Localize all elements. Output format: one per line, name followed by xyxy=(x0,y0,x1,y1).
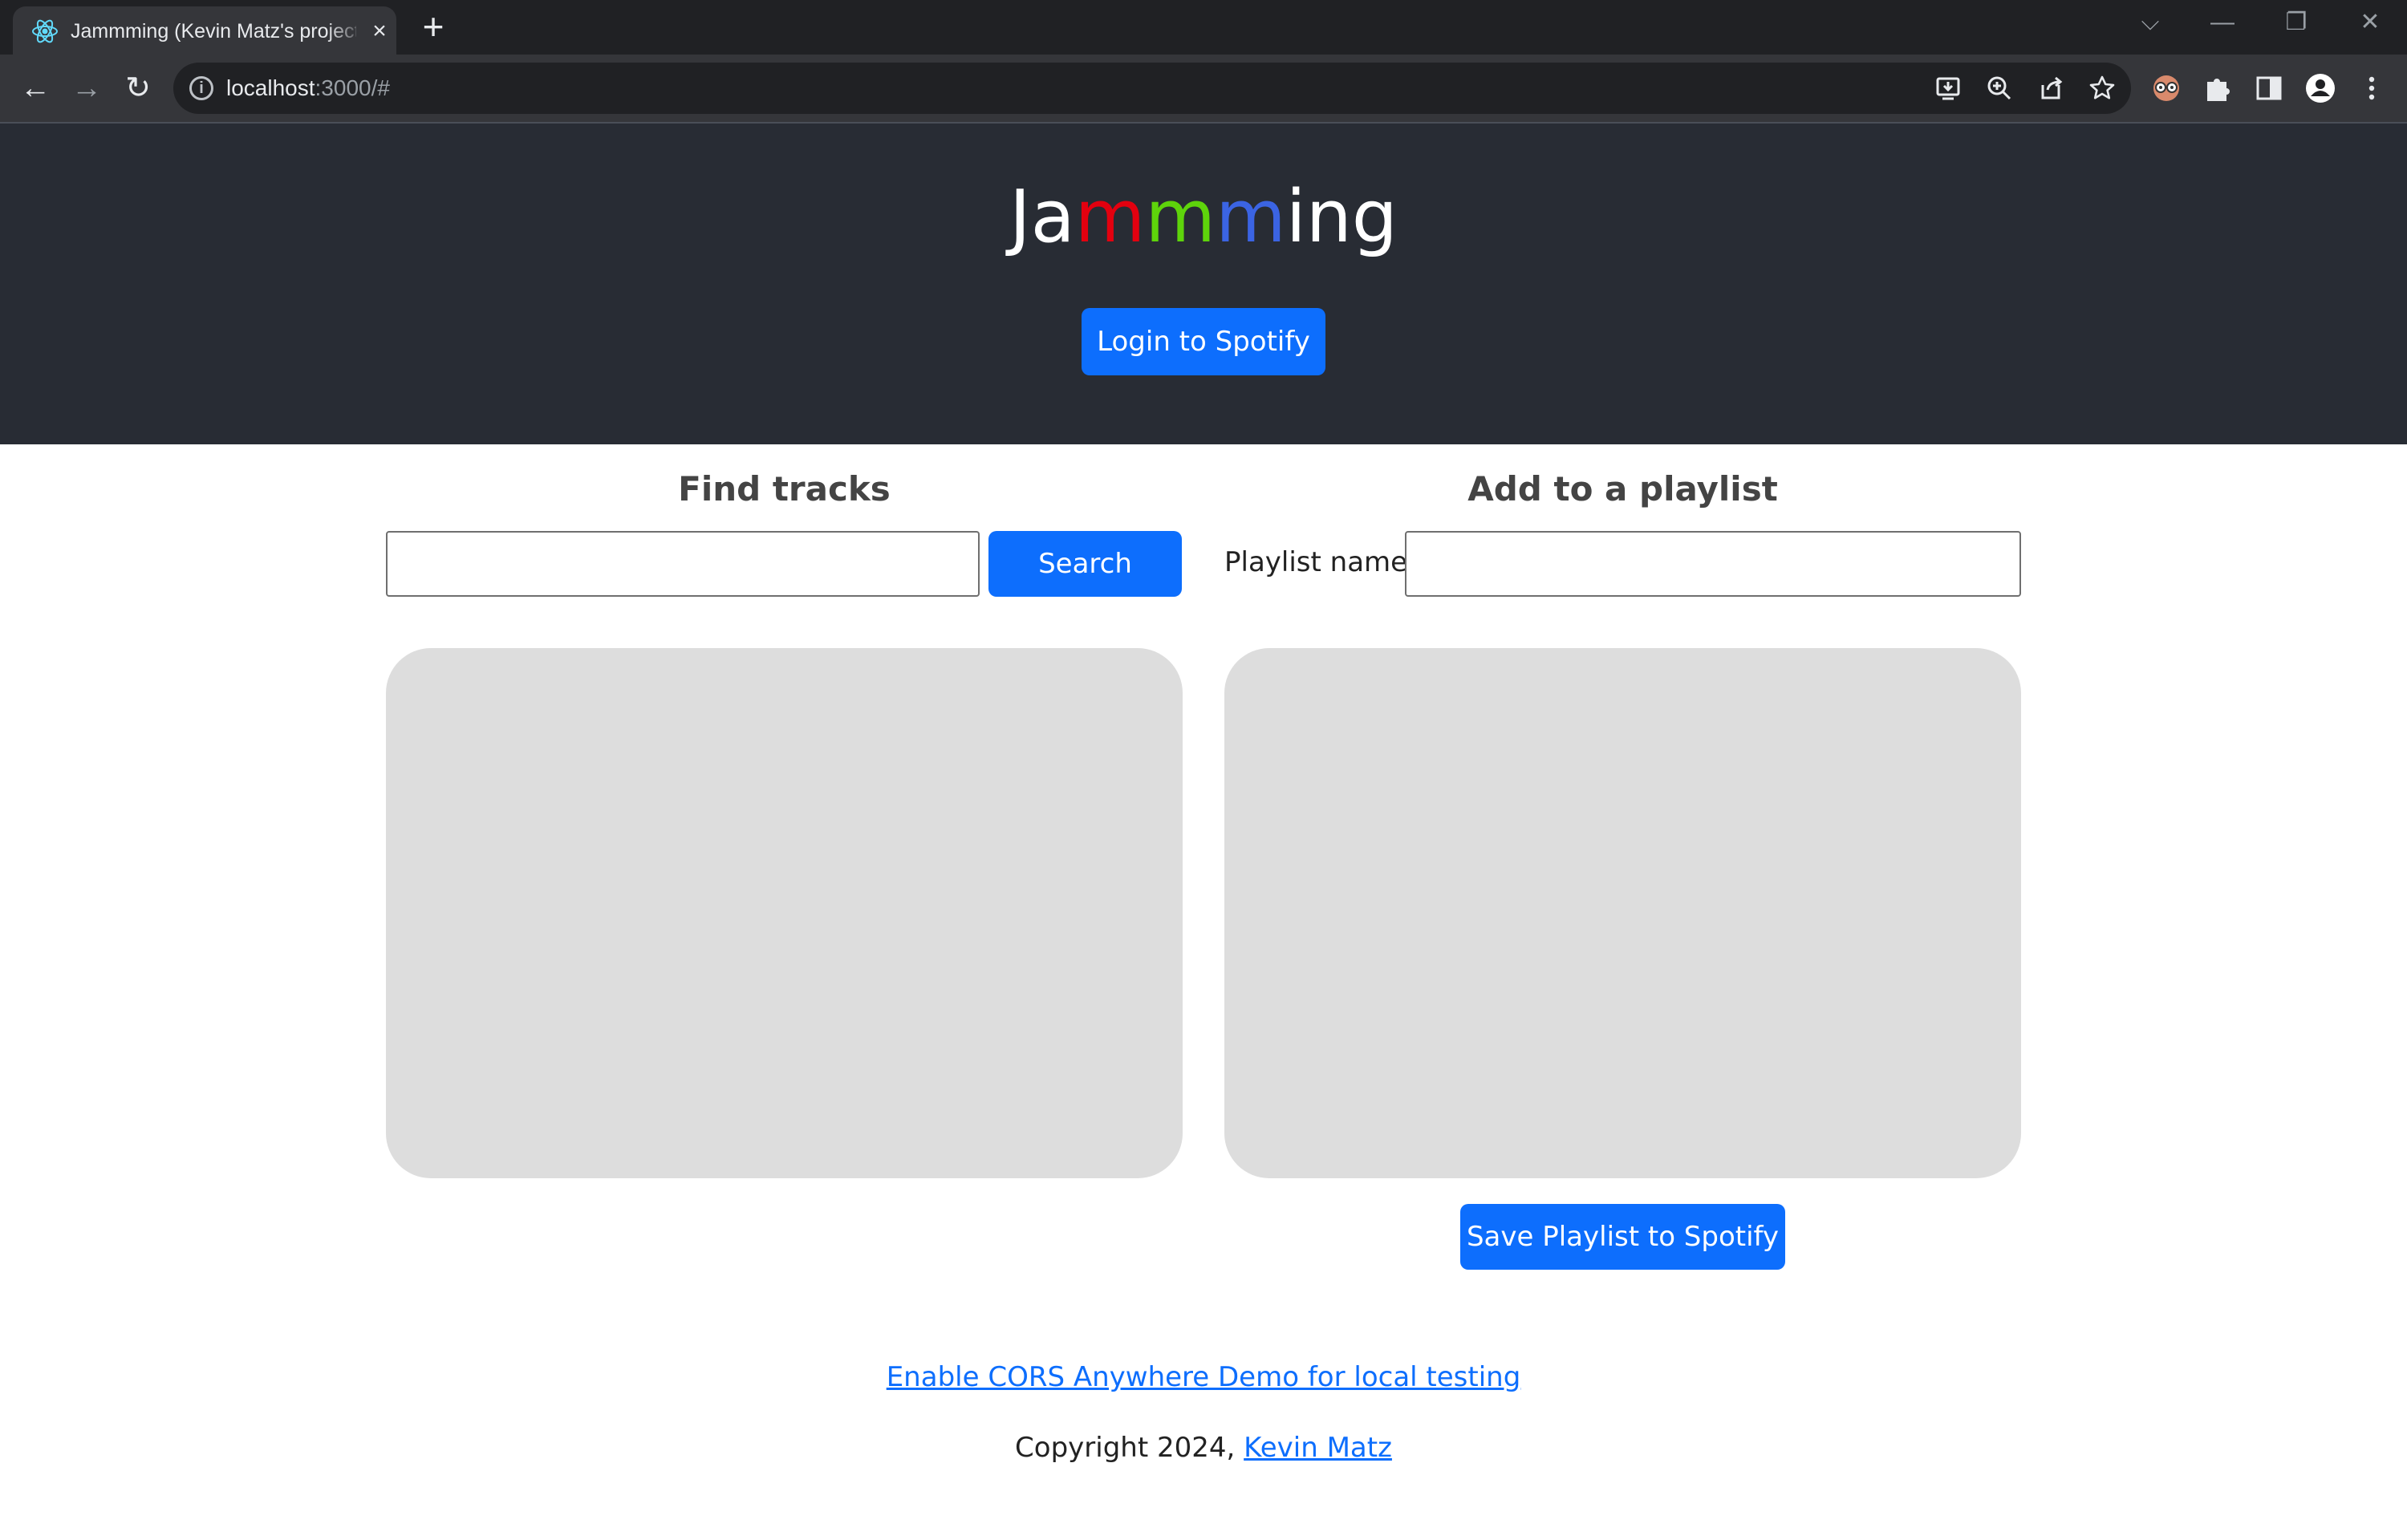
search-results-panel xyxy=(386,648,1183,1178)
menu-kebab-icon[interactable] xyxy=(2354,71,2389,106)
close-tab-icon[interactable]: × xyxy=(367,19,392,43)
reload-icon[interactable]: ↻ xyxy=(120,71,156,106)
save-playlist-button[interactable]: Save Playlist to Spotify xyxy=(1460,1204,1785,1270)
profile-icon[interactable] xyxy=(2303,71,2338,106)
url-text[interactable]: localhost:3000/# xyxy=(226,76,390,100)
tab-title-fade xyxy=(326,16,366,45)
zoom-icon[interactable] xyxy=(1985,74,2014,103)
address-bar[interactable]: i localhost:3000/# xyxy=(173,63,2131,114)
forward-icon[interactable]: → xyxy=(69,71,104,106)
app-title: Jammming xyxy=(0,173,2407,261)
search-button[interactable]: Search xyxy=(988,531,1182,597)
title-part-m-blue: m xyxy=(1216,175,1286,259)
browser-tab[interactable]: Jammming (Kevin Matz's project × xyxy=(13,6,396,55)
title-part-m-red: m xyxy=(1074,175,1146,259)
author-link[interactable]: Kevin Matz xyxy=(1244,1432,1392,1464)
minimize-icon[interactable]: — xyxy=(2206,6,2239,38)
react-favicon-icon xyxy=(32,19,58,43)
share-icon[interactable] xyxy=(2036,74,2065,103)
extensions-puzzle-icon[interactable] xyxy=(2200,71,2235,106)
copyright-text: Copyright 2024, xyxy=(1015,1432,1244,1464)
search-input[interactable] xyxy=(386,531,980,597)
tab-search-icon[interactable]: ⌵ xyxy=(2134,6,2166,38)
browser-tab-strip: Jammming (Kevin Matz's project × + ⌵ — ❐… xyxy=(0,0,2407,55)
playlist-name-label: Playlist name xyxy=(1224,546,1408,578)
site-info-icon[interactable]: i xyxy=(189,76,213,100)
back-icon[interactable]: ← xyxy=(18,71,53,106)
enable-cors-anywhere-link[interactable]: Enable CORS Anywhere Demo for local test… xyxy=(0,1357,2407,1397)
playlist-name-input[interactable] xyxy=(1405,531,2021,597)
title-part-m-green: m xyxy=(1145,175,1216,259)
login-to-spotify-button[interactable]: Login to Spotify xyxy=(1082,308,1325,375)
copyright-line: Copyright 2024, Kevin Matz xyxy=(0,1428,2407,1468)
url-host: localhost xyxy=(226,75,315,100)
bookmark-star-icon[interactable] xyxy=(2088,74,2117,103)
add-to-playlist-heading: Add to a playlist xyxy=(1467,469,1778,509)
find-tracks-heading: Find tracks xyxy=(678,469,891,509)
app-header: Jammming Login to Spotify xyxy=(0,122,2407,444)
playlist-tracks-panel xyxy=(1224,648,2021,1178)
title-part-start: Ja xyxy=(1009,175,1075,259)
url-path: :3000/# xyxy=(315,75,390,100)
install-icon[interactable] xyxy=(1934,74,1963,103)
side-panel-icon[interactable] xyxy=(2251,71,2287,106)
restore-icon[interactable]: ❐ xyxy=(2280,6,2312,38)
browser-toolbar: ← → ↻ i localhost:3000/# xyxy=(0,55,2407,122)
extension-avatar-icon[interactable] xyxy=(2149,71,2184,106)
window-close-icon[interactable]: ✕ xyxy=(2354,6,2386,38)
new-tab-icon[interactable]: + xyxy=(417,8,449,45)
title-part-end: ing xyxy=(1285,175,1398,259)
tab-title: Jammming (Kevin Matz's project xyxy=(71,20,356,43)
